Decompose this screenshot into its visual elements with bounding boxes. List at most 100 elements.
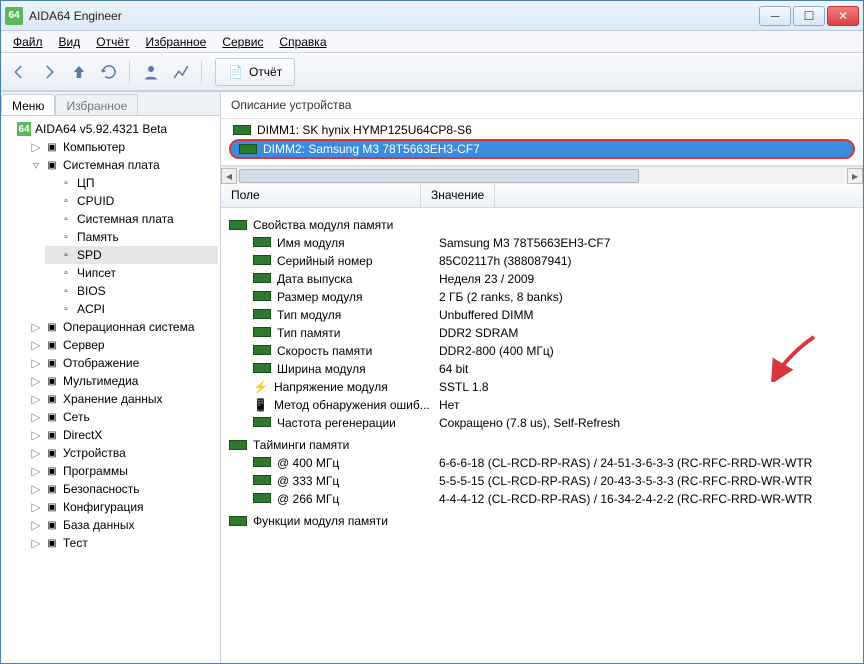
device-row[interactable]: DIMM2: Samsung M3 78T5663EH3-CF7	[229, 139, 855, 159]
row-icon	[253, 236, 271, 250]
tree-subitem[interactable]: ▫CPUID	[45, 192, 218, 210]
property-row[interactable]: Имя модуляSamsung M3 78T5663EH3-CF7	[229, 234, 855, 252]
separator	[129, 60, 131, 84]
property-row[interactable]: Частота регенерацииСокращено (7.8 us), S…	[229, 414, 855, 432]
menu-service[interactable]: Сервис	[216, 33, 269, 51]
menu-report[interactable]: Отчёт	[90, 33, 135, 51]
tree-subitem[interactable]: ▫Чипсет	[45, 264, 218, 282]
close-button[interactable]: ✕	[827, 6, 859, 26]
tree-subitem[interactable]: ▫ЦП	[45, 174, 218, 192]
tree-item[interactable]: ▷▣Отображение	[31, 354, 218, 372]
tree-subitem[interactable]: ▫ACPI	[45, 300, 218, 318]
property-group: Свойства модуля памяти	[229, 212, 855, 234]
forward-button[interactable]	[35, 58, 63, 86]
row-icon	[253, 254, 271, 268]
tree-item[interactable]: ▷▣Устройства	[31, 444, 218, 462]
property-row[interactable]: ⚡Напряжение модуляSSTL 1.8	[229, 378, 855, 396]
row-icon	[253, 492, 271, 506]
left-panel: Меню Избранное 64AIDA64 v5.92.4321 Beta▷…	[1, 92, 221, 663]
memory-chip-icon	[229, 220, 247, 230]
row-icon	[253, 362, 271, 376]
tab-menu[interactable]: Меню	[1, 94, 55, 115]
scroll-thumb[interactable]	[239, 169, 639, 183]
property-row[interactable]: Ширина модуля64 bit	[229, 360, 855, 378]
tab-favorites[interactable]: Избранное	[55, 94, 138, 115]
tree-subitem[interactable]: ▫SPD	[45, 246, 218, 264]
memory-chip-icon	[229, 440, 247, 450]
property-row[interactable]: Серийный номер85C02117h (388087941)	[229, 252, 855, 270]
tree-subitem[interactable]: ▫BIOS	[45, 282, 218, 300]
tree-subitem[interactable]: ▫Системная плата	[45, 210, 218, 228]
tree-item[interactable]: ▷▣Безопасность	[31, 480, 218, 498]
row-icon	[253, 344, 271, 358]
tree-item[interactable]: ▷▣Компьютер	[31, 138, 218, 156]
property-row[interactable]: 📱Метод обнаружения ошиб...Нет	[229, 396, 855, 414]
tree-item[interactable]: ▷▣Тест	[31, 534, 218, 552]
memory-chip-icon	[233, 125, 251, 135]
tree-item[interactable]: ▷▣Программы	[31, 462, 218, 480]
tree-item[interactable]: ▷▣Операционная система	[31, 318, 218, 336]
column-headers: Поле Значение	[221, 184, 863, 208]
col-field[interactable]: Поле	[221, 184, 421, 207]
device-list: DIMM1: SK hynix HYMP125U64CP8-S6DIMM2: S…	[221, 119, 863, 166]
property-group: Функции модуля памяти	[229, 508, 855, 530]
row-icon	[253, 272, 271, 286]
property-row[interactable]: @ 400 МГц6-6-6-18 (CL-RCD-RP-RAS) / 24-5…	[229, 454, 855, 472]
tree-item[interactable]: ▷▣База данных	[31, 516, 218, 534]
app-icon: 64	[5, 7, 23, 25]
tree-subitem[interactable]: ▫Память	[45, 228, 218, 246]
tree-item[interactable]: ▷▣Хранение данных	[31, 390, 218, 408]
scroll-right-icon[interactable]: ▸	[847, 168, 863, 184]
property-row[interactable]: Тип модуляUnbuffered DIMM	[229, 306, 855, 324]
menu-view[interactable]: Вид	[53, 33, 87, 51]
device-row[interactable]: DIMM1: SK hynix HYMP125U64CP8-S6	[229, 121, 855, 139]
tree-item[interactable]: ▷▣DirectX	[31, 426, 218, 444]
col-value[interactable]: Значение	[421, 184, 495, 207]
window-title: AIDA64 Engineer	[29, 9, 759, 23]
tree-item[interactable]: ▷▣Сервер	[31, 336, 218, 354]
menu-favorites[interactable]: Избранное	[140, 33, 213, 51]
report-icon: 📄	[228, 65, 243, 79]
menubar: Файл Вид Отчёт Избранное Сервис Справка	[1, 31, 863, 53]
tree-item[interactable]: ▷▣Конфигурация	[31, 498, 218, 516]
row-icon	[253, 474, 271, 488]
property-grid[interactable]: Свойства модуля памятиИмя модуляSamsung …	[221, 208, 863, 663]
graph-button[interactable]	[167, 58, 195, 86]
titlebar[interactable]: 64 AIDA64 Engineer ─ ☐ ✕	[1, 1, 863, 31]
tree-item[interactable]: ▷▣Мультимедиа	[31, 372, 218, 390]
back-button[interactable]	[5, 58, 33, 86]
menu-file[interactable]: Файл	[7, 33, 49, 51]
tree-item[interactable]: ▿▣Системная плата	[31, 156, 218, 174]
property-row[interactable]: Дата выпускаНеделя 23 / 2009	[229, 270, 855, 288]
app-window: 64 AIDA64 Engineer ─ ☐ ✕ Файл Вид Отчёт …	[0, 0, 864, 664]
row-icon	[253, 326, 271, 340]
menu-help[interactable]: Справка	[273, 33, 332, 51]
scroll-left-icon[interactable]: ◂	[221, 168, 237, 184]
row-icon	[253, 456, 271, 470]
right-panel: Описание устройства DIMM1: SK hynix HYMP…	[221, 92, 863, 663]
row-icon	[253, 308, 271, 322]
device-description-header: Описание устройства	[221, 92, 863, 119]
maximize-button[interactable]: ☐	[793, 6, 825, 26]
refresh-button[interactable]	[95, 58, 123, 86]
minimize-button[interactable]: ─	[759, 6, 791, 26]
row-icon: 📱	[253, 398, 268, 412]
property-row[interactable]: Скорость памятиDDR2-800 (400 МГц)	[229, 342, 855, 360]
user-button[interactable]	[137, 58, 165, 86]
h-scrollbar[interactable]: ◂ ▸	[221, 166, 863, 184]
tree-item[interactable]: ▷▣Сеть	[31, 408, 218, 426]
row-icon	[253, 416, 271, 430]
row-icon	[253, 290, 271, 304]
memory-chip-icon	[239, 144, 257, 154]
report-button[interactable]: 📄 Отчёт	[215, 58, 295, 86]
memory-chip-icon	[229, 516, 247, 526]
property-group: Тайминги памяти	[229, 432, 855, 454]
property-row[interactable]: @ 266 МГц4-4-4-12 (CL-RCD-RP-RAS) / 16-3…	[229, 490, 855, 508]
separator	[201, 60, 203, 84]
property-row[interactable]: Размер модуля2 ГБ (2 ranks, 8 banks)	[229, 288, 855, 306]
up-button[interactable]	[65, 58, 93, 86]
property-row[interactable]: @ 333 МГц5-5-5-15 (CL-RCD-RP-RAS) / 20-4…	[229, 472, 855, 490]
tree-root-item[interactable]: 64AIDA64 v5.92.4321 Beta	[17, 120, 218, 138]
property-row[interactable]: Тип памятиDDR2 SDRAM	[229, 324, 855, 342]
nav-tree[interactable]: 64AIDA64 v5.92.4321 Beta▷▣Компьютер▿▣Сис…	[1, 116, 220, 663]
